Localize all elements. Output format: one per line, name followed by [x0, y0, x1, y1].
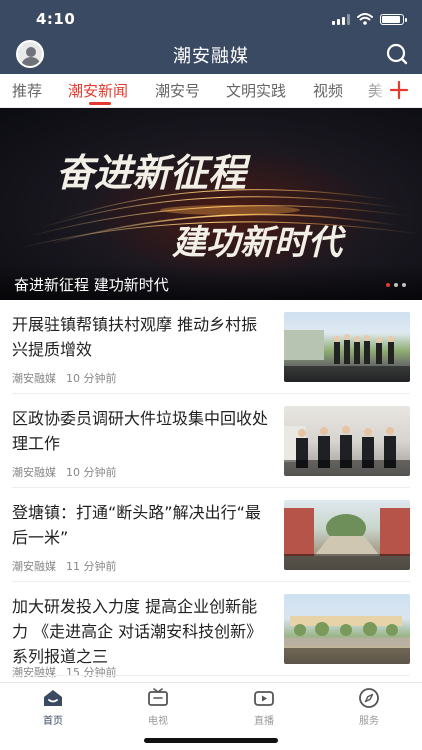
- nav-label-services: 服务: [359, 716, 379, 727]
- tab-chaoan-news[interactable]: 潮安新闻: [68, 80, 128, 101]
- news-time: 10 分钟前: [66, 466, 117, 479]
- news-title[interactable]: 加大研发投入力度 提高企业创新能力 《走进高企 对话潮安科技创新》系列报道之三: [12, 594, 272, 669]
- news-source: 潮安融媒: [12, 666, 56, 679]
- news-title[interactable]: 区政协委员调研大件垃圾集中回收处理工作: [12, 406, 272, 456]
- news-list: 开展驻镇帮镇扶村观摩 推动乡村振兴提质增效 潮安融媒 10 分钟前 区政协委员调研…: [0, 300, 422, 682]
- home-indicator: [144, 738, 278, 743]
- carousel-dots: [386, 283, 406, 287]
- news-source: 潮安融媒: [12, 560, 56, 573]
- news-time: 15 分钟前: [66, 666, 117, 679]
- featured-banner[interactable]: 奋进新征程 建功新时代 奋进新征程 建功新时代: [0, 108, 422, 300]
- nav-label-tv: 电视: [148, 716, 168, 727]
- tab-recommend[interactable]: 推荐: [12, 80, 42, 101]
- news-thumbnail[interactable]: [284, 500, 410, 570]
- status-icons: [332, 13, 407, 25]
- plus-icon[interactable]: [388, 79, 410, 101]
- bottom-nav: 首页 电视 直播 服务: [0, 682, 422, 750]
- nav-item-home[interactable]: 首页: [23, 687, 83, 727]
- app-title: 潮安融媒: [173, 46, 249, 67]
- status-bar: 4:10: [0, 0, 422, 36]
- news-title[interactable]: 开展驻镇帮镇扶村观摩 推动乡村振兴提质增效: [12, 312, 272, 362]
- banner-caption: 奋进新征程 建功新时代: [14, 276, 169, 294]
- nav-item-services[interactable]: 服务: [339, 687, 399, 727]
- news-source: 潮安融媒: [12, 372, 56, 385]
- battery-icon: [380, 13, 407, 25]
- news-time: 10 分钟前: [66, 372, 117, 385]
- tab-fade: [366, 74, 388, 107]
- tab-chaoan-account[interactable]: 潮安号: [155, 80, 200, 101]
- nav-label-live: 直播: [254, 716, 274, 727]
- banner-headline-2: 建功新时代: [172, 223, 347, 263]
- carousel-dot[interactable]: [394, 283, 398, 287]
- news-title[interactable]: 登塘镇：打通“断头路”解决出行“最后一米”: [12, 500, 272, 550]
- news-thumbnail[interactable]: [284, 312, 410, 382]
- live-video-icon: [254, 691, 274, 706]
- tab-civilization-practice[interactable]: 文明实践: [226, 80, 286, 101]
- nav-label-home: 首页: [43, 716, 63, 727]
- news-meta: 潮安融媒 11 分钟前: [12, 558, 117, 574]
- news-meta: 潮安融媒 10 分钟前: [12, 464, 117, 480]
- tv-icon: [148, 688, 168, 706]
- news-thumbnail[interactable]: [284, 594, 410, 664]
- news-meta: 潮安融媒 15 分钟前: [12, 664, 117, 680]
- nav-item-live[interactable]: 直播: [234, 687, 294, 727]
- news-item[interactable]: 登塘镇：打通“断头路”解决出行“最后一米” 潮安融媒 11 分钟前: [0, 488, 422, 582]
- home-icon: [44, 690, 62, 706]
- app-bar: 潮安融媒: [0, 36, 422, 74]
- active-tab-indicator: [89, 102, 111, 105]
- wifi-icon: [357, 13, 373, 25]
- news-source: 潮安融媒: [12, 466, 56, 479]
- compass-icon: [359, 688, 379, 708]
- news-item[interactable]: 加大研发投入力度 提高企业创新能力 《走进高企 对话潮安科技创新》系列报道之三 …: [0, 582, 422, 679]
- carousel-dot-active[interactable]: [386, 283, 390, 287]
- news-meta: 潮安融媒 10 分钟前: [12, 370, 117, 386]
- status-time: 4:10: [36, 10, 76, 28]
- carousel-dot[interactable]: [402, 283, 406, 287]
- news-time: 11 分钟前: [66, 560, 117, 573]
- app-header: 4:10 潮安融媒: [0, 0, 422, 74]
- news-item[interactable]: 开展驻镇帮镇扶村观摩 推动乡村振兴提质增效 潮安融媒 10 分钟前: [0, 300, 422, 394]
- search-icon[interactable]: [384, 41, 410, 67]
- cellular-signal-icon: [332, 13, 350, 25]
- banner-headline-1: 奋进新征程: [56, 150, 251, 195]
- news-thumbnail[interactable]: [284, 406, 410, 476]
- tab-video[interactable]: 视频: [313, 80, 343, 101]
- news-item[interactable]: 区政协委员调研大件垃圾集中回收处理工作 潮安融媒 10 分钟前: [0, 394, 422, 488]
- nav-item-tv[interactable]: 电视: [128, 687, 188, 727]
- category-tabs: 推荐 潮安新闻 潮安号 文明实践 视频 美: [0, 74, 422, 108]
